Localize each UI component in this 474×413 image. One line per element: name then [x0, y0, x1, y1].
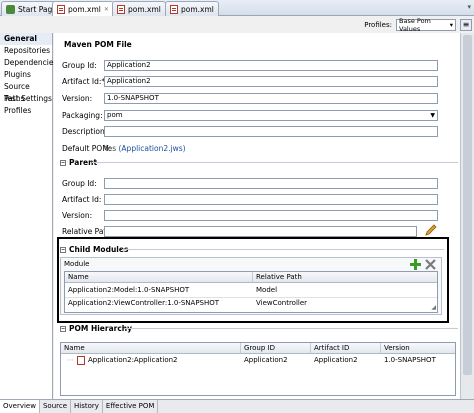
group-id-label: Group Id: — [62, 61, 97, 70]
child-modules-highlight — [57, 237, 449, 323]
sidebar-item-general[interactable]: General — [0, 33, 52, 45]
sidebar-item-label: Repositories — [4, 46, 51, 55]
sidebar-item-label: Profiles — [4, 106, 32, 115]
chevron-down-icon: ▾ — [449, 21, 453, 29]
sidebar-nav: General Repositories Dependencies Plugin… — [0, 33, 57, 399]
hierarchy-artifact-cell[interactable]: Application2 — [311, 355, 381, 366]
parent-version-field[interactable] — [104, 210, 438, 221]
hierarchy-name: Application2:Application2 — [88, 356, 178, 364]
section-title: POM Hierarchy — [69, 324, 133, 333]
description-label: Description: — [62, 127, 108, 136]
pom-hierarchy-section-header[interactable]: − POM Hierarchy — [60, 324, 132, 333]
bottom-tab-bar: Overview Source History Effective POM — [0, 399, 474, 413]
tab-pom-1[interactable]: pom.xml ✕ — [52, 1, 114, 16]
tab-overflow-icon[interactable]: ▾ — [467, 3, 471, 11]
tab-overview[interactable]: Overview — [0, 400, 40, 413]
artifact-id-field[interactable]: Application2 — [104, 76, 438, 87]
sidebar-item-test-settings[interactable]: Test Settings — [0, 93, 52, 105]
xml-file-icon — [117, 4, 125, 14]
description-field[interactable] — [104, 126, 438, 137]
hierarchy-version-cell[interactable]: 1.0-SNAPSHOT — [381, 355, 455, 366]
tab-effective-pom[interactable]: Effective POM — [103, 400, 159, 413]
parent-group-id-field[interactable] — [104, 178, 438, 189]
sidebar-item-dependencies[interactable]: Dependencies — [0, 57, 57, 69]
tab-history[interactable]: History — [71, 400, 103, 413]
general-panel: Maven POM File Group Id: Application2 Ar… — [54, 33, 460, 399]
close-icon[interactable]: ✕ — [104, 6, 109, 13]
parent-group-id-label: Group Id: — [62, 179, 97, 188]
default-pom-value: Yes (Application2.jws) — [104, 144, 186, 153]
default-pom-yes: Yes — [104, 144, 117, 153]
tree-connector-icon: ⋯ — [67, 356, 74, 364]
sidebar-item-label: Plugins — [4, 70, 31, 79]
default-pom-link[interactable]: (Application2.jws) — [119, 144, 186, 153]
sidebar-item-label: General — [4, 34, 37, 43]
profiles-toolbar: Profiles: Base Pom Values ▾ ≡ — [364, 17, 474, 33]
profiles-label: Profiles: — [364, 21, 392, 29]
column-header-name[interactable]: Name — [61, 343, 241, 354]
parent-artifact-id-label: Artifact Id: — [62, 195, 102, 204]
sidebar-item-repositories[interactable]: Repositories — [0, 45, 52, 57]
group-id-field[interactable]: Application2 — [104, 60, 438, 71]
xml-file-icon — [57, 4, 65, 14]
vertical-scrollbar[interactable] — [460, 33, 474, 399]
pom-file-icon — [77, 356, 85, 365]
sidebar-item-profiles[interactable]: Profiles — [0, 105, 52, 117]
sidebar-item-source-paths[interactable]: Source Paths — [0, 81, 52, 103]
version-label: Version: — [62, 94, 93, 103]
page-title: Maven POM File — [64, 40, 132, 49]
packaging-label: Packaging: — [62, 111, 103, 120]
packaging-select[interactable]: pom ▼ — [104, 110, 438, 121]
column-header-version[interactable]: Version — [381, 343, 455, 354]
tab-source[interactable]: Source — [40, 400, 72, 413]
collapse-icon[interactable]: − — [60, 159, 66, 166]
tab-label: pom.xml — [181, 4, 214, 14]
pom-hierarchy-table: Name Group ID Artifact ID Version ⋯ Appl… — [60, 342, 456, 396]
edit-pencil-icon[interactable] — [424, 223, 438, 237]
xml-file-icon — [170, 4, 178, 14]
parent-version-label: Version: — [62, 211, 93, 220]
parent-artifact-id-field[interactable] — [104, 194, 438, 205]
list-icon: ≡ — [462, 20, 470, 29]
tab-label: pom.xml — [128, 4, 161, 14]
sidebar-item-label: Dependencies — [4, 58, 58, 67]
profiles-select-value: Base Pom Values — [399, 17, 431, 33]
hierarchy-group-cell[interactable]: Application2 — [241, 355, 311, 366]
sidebar-item-label: Test Settings — [4, 94, 52, 103]
divider — [92, 162, 458, 163]
tab-label: pom.xml — [68, 4, 101, 14]
hierarchy-name-cell[interactable]: ⋯ Application2:Application2 — [61, 355, 241, 366]
column-header-artifact-id[interactable]: Artifact ID — [311, 343, 381, 354]
collapse-icon[interactable]: − — [60, 325, 66, 332]
divider — [124, 328, 458, 329]
tab-pom-3[interactable]: pom.xml — [165, 1, 219, 16]
artifact-id-label: Artifact Id:* — [62, 77, 106, 86]
tab-pom-2[interactable]: pom.xml — [112, 1, 166, 16]
version-field[interactable]: 1.0-SNAPSHOT — [104, 93, 438, 104]
start-page-icon — [6, 4, 15, 14]
editor-tab-bar: Start Page pom.xml ✕ pom.xml pom.xml ▾ — [0, 0, 474, 16]
scrollbar-thumb[interactable] — [463, 35, 472, 375]
packaging-value: pom — [107, 111, 123, 119]
column-header-group-id[interactable]: Group ID — [241, 343, 311, 354]
relative-path-field[interactable] — [104, 226, 417, 237]
edit-profiles-button[interactable]: ≡ — [460, 19, 472, 31]
profiles-select[interactable]: Base Pom Values ▾ — [396, 17, 456, 33]
chevron-down-icon: ▼ — [430, 112, 435, 119]
sidebar-item-plugins[interactable]: Plugins — [0, 69, 52, 81]
